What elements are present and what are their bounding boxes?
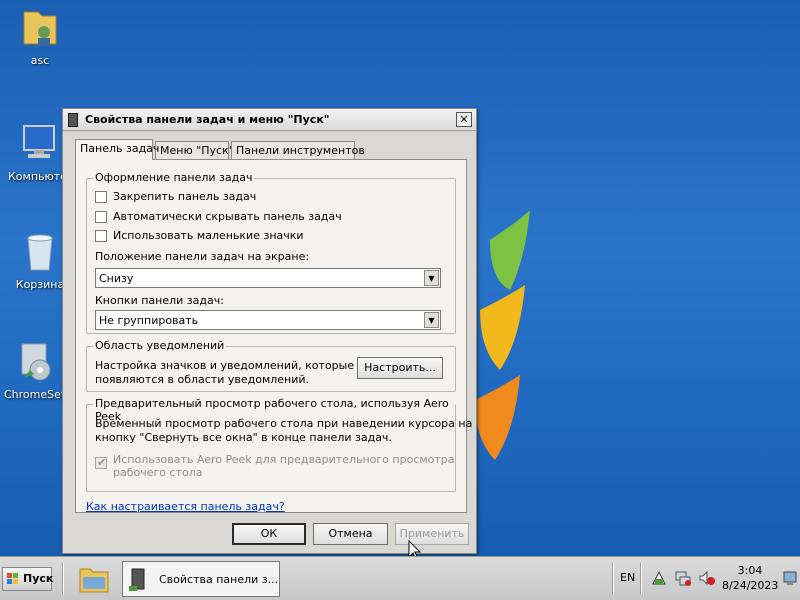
position-label: Положение панели задач на экране: [95, 250, 310, 263]
taskbar-properties-dialog: Свойства панели задач и меню "Пуск" ✕ Па… [62, 108, 477, 554]
buttons-label: Кнопки панели задач: [95, 294, 224, 307]
ok-button[interactable]: ОК [232, 523, 306, 545]
installer-icon [14, 340, 58, 384]
clock-time: 3:04 [737, 564, 763, 577]
start-label: Пуск [23, 572, 54, 585]
desktop-icon-label: ChromeSetup [4, 388, 68, 401]
desktop-icon-chromesetup[interactable]: ChromeSetup [4, 340, 68, 401]
checkbox-label: Автоматически скрывать панель задач [113, 210, 342, 223]
user-folder-icon [18, 6, 62, 50]
notify-text-2: появляются в области уведомлений. [95, 373, 310, 386]
wallpaper-logo [475, 210, 530, 460]
show-desktop-icon[interactable] [782, 569, 798, 587]
desktop-icon-asc[interactable]: asc [8, 6, 72, 67]
group-title: Оформление панели задач [93, 171, 255, 184]
close-button[interactable]: ✕ [456, 112, 472, 127]
start-button[interactable]: Пуск [2, 567, 54, 591]
grouping-value: Не группировать [99, 314, 199, 327]
tab-panel: Оформление панели задач Закрепить панель… [75, 159, 472, 513]
appearance-group: Оформление панели задач Закрепить панель… [86, 171, 456, 334]
chevron-down-icon[interactable]: ▼ [424, 312, 439, 328]
dialog-titlebar[interactable]: Свойства панели задач и меню "Пуск" ✕ [63, 109, 476, 131]
network-icon[interactable] [674, 569, 692, 587]
checkbox-box[interactable] [95, 211, 107, 223]
notification-area-group: Область уведомлений Настройка значков и … [86, 339, 456, 392]
clock-date: 8/24/2023 [722, 579, 779, 592]
chevron-down-icon[interactable]: ▼ [424, 270, 439, 286]
taskbar-separator [62, 563, 64, 595]
dialog-title: Свойства панели задач и меню "Пуск" [85, 113, 330, 126]
taskbar: Пуск Свойства панели з... EN 3:04 8/24/2… [0, 556, 800, 600]
taskbar-task-properties[interactable]: Свойства панели з... [122, 561, 280, 597]
peek-text-2: кнопку "Свернуть все окна" в конце панел… [95, 431, 392, 444]
explorer-taskbar-button[interactable] [74, 561, 114, 597]
notify-text-1: Настройка значков и уведомлений, которые [95, 359, 355, 372]
taskbar-separator [640, 563, 642, 595]
tab-toolbars[interactable]: Панели инструментов [231, 141, 365, 159]
window-icon [129, 568, 145, 591]
checkbox-label: Закрепить панель задач [113, 190, 257, 203]
clock[interactable]: 3:04 8/24/2023 [722, 563, 778, 593]
position-value: Снизу [99, 272, 134, 285]
customize-button[interactable]: Настроить... [357, 357, 443, 379]
language-indicator[interactable]: EN [620, 571, 635, 584]
windows-logo-icon [7, 573, 18, 584]
desktop-icon-label: asc [30, 54, 50, 67]
action-center-icon[interactable] [650, 569, 668, 587]
volume-muted-icon[interactable] [698, 569, 716, 587]
checkbox-label-2: рабочего стола [113, 466, 203, 479]
grouping-select[interactable]: Не группировать ▼ [95, 310, 441, 330]
tab-taskbar[interactable]: Панель задач [75, 139, 159, 160]
peek-text-1: Временный просмотр рабочего стола при на… [95, 417, 473, 430]
task-label: Свойства панели з... [159, 573, 279, 586]
cancel-button[interactable]: Отмена [313, 523, 388, 545]
checkbox-box[interactable]: ✔ [95, 456, 107, 469]
checkbox-label: Использовать маленькие значки [113, 229, 304, 242]
checkbox-box[interactable] [95, 230, 107, 242]
checkbox-label-1: Использовать Aero Peek для предварительн… [113, 453, 455, 466]
checkbox-box[interactable] [95, 191, 107, 203]
checkmark-icon: ✔ [97, 456, 107, 469]
tab-start-menu[interactable]: Меню "Пуск" [155, 141, 234, 159]
taskbar-separator [612, 563, 614, 595]
computer-icon [18, 122, 62, 166]
folder-icon [79, 568, 109, 593]
apply-button[interactable]: Применить [395, 523, 469, 545]
recycle-bin-icon [18, 230, 62, 274]
aero-peek-group: Предварительный просмотр рабочего стола,… [86, 397, 472, 492]
group-title: Область уведомлений [93, 339, 227, 352]
position-select[interactable]: Снизу ▼ [95, 268, 441, 288]
window-icon [68, 113, 78, 127]
help-link[interactable]: Как настраивается панель задач? [86, 500, 285, 513]
